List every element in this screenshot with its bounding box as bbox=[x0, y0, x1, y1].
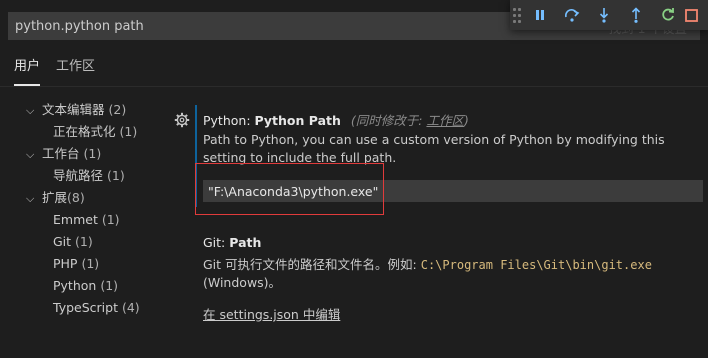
toc-item-workbench[interactable]: ⌵ 工作台 (1) bbox=[26, 143, 186, 165]
toc-item-git[interactable]: Git (1) bbox=[26, 231, 186, 253]
git-path-example-code: C:\Program Files\Git\bin\git.exe bbox=[420, 258, 652, 272]
setting-focus-indicator bbox=[195, 105, 197, 207]
toc-item-emmet[interactable]: Emmet (1) bbox=[26, 209, 186, 231]
chevron-down-icon: ⌵ bbox=[26, 192, 35, 205]
python-path-input[interactable] bbox=[203, 180, 703, 202]
toc-item-extensions[interactable]: ⌵ 扩展(8) bbox=[26, 187, 186, 209]
toc-item-text-editor[interactable]: ⌵ 文本编辑器 (2) bbox=[26, 99, 186, 121]
toc-item-formatting[interactable]: 正在格式化 (1) bbox=[26, 121, 186, 143]
gear-icon[interactable] bbox=[174, 112, 190, 128]
edit-in-settings-json-link[interactable]: 在 settings.json 中编辑 bbox=[203, 304, 340, 323]
settings-scope-tabs: 用户 工作区 bbox=[14, 56, 95, 86]
tab-workspace[interactable]: 工作区 bbox=[56, 56, 95, 84]
modified-elsewhere-indicator: (同时修改于: 工作区) bbox=[350, 113, 469, 128]
step-into-icon[interactable] bbox=[588, 0, 620, 30]
toc-item-breadcrumbs[interactable]: 导航路径 (1) bbox=[26, 165, 186, 187]
setting-description-git-path: Git 可执行文件的路径和文件名。例如: C:\Program Files\Gi… bbox=[203, 257, 652, 290]
chevron-down-icon: ⌵ bbox=[26, 104, 35, 117]
tabs-divider bbox=[0, 86, 708, 87]
workspace-scope-link[interactable]: 工作区 bbox=[426, 113, 464, 128]
step-out-icon[interactable] bbox=[620, 0, 652, 30]
settings-toc: ⌵ 文本编辑器 (2) 正在格式化 (1) ⌵ 工作台 (1) 导航路径 (1) ⌵… bbox=[26, 99, 186, 319]
drag-handle-icon[interactable] bbox=[510, 0, 524, 30]
restart-icon[interactable] bbox=[652, 0, 684, 30]
setting-title-python-path: Python: Python Path (同时修改于: 工作区) bbox=[203, 113, 469, 128]
step-over-icon[interactable] bbox=[556, 0, 588, 30]
toc-item-php[interactable]: PHP (1) bbox=[26, 253, 186, 275]
stop-icon[interactable] bbox=[684, 0, 704, 30]
tab-user[interactable]: 用户 bbox=[14, 56, 41, 86]
setting-title-git-path: Git: Path bbox=[203, 235, 262, 250]
toc-item-typescript[interactable]: TypeScript (4) bbox=[26, 297, 186, 319]
toc-item-python[interactable]: Python (1) bbox=[26, 275, 186, 297]
debug-toolbar bbox=[510, 0, 708, 30]
pause-icon[interactable] bbox=[524, 0, 556, 30]
setting-description-python-path: Path to Python, you can use a custom ver… bbox=[203, 132, 665, 165]
chevron-down-icon: ⌵ bbox=[26, 148, 35, 161]
